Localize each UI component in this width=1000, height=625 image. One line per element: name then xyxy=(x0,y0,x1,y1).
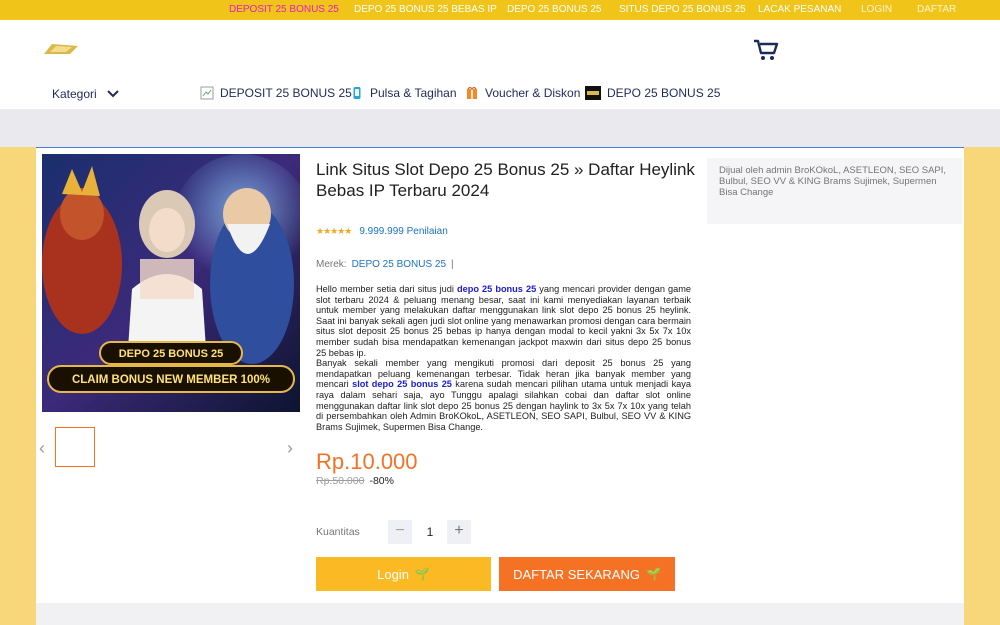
topbar-link-deposit-25-bonus-25[interactable]: DEPOSIT 25 BONUS 25 xyxy=(229,4,339,15)
old-price-row: Rp.50.000 -80% xyxy=(316,475,394,487)
quantity-minus-button[interactable]: − xyxy=(388,520,412,544)
login-button[interactable]: Login 🌱 xyxy=(316,557,491,591)
bottom-strip xyxy=(36,603,964,625)
logo-icon[interactable] xyxy=(42,43,80,55)
price: Rp.10.000 xyxy=(316,449,418,474)
desc-text: Hello member setia dari situs judi xyxy=(316,284,458,294)
quantity-plus-button[interactable]: + xyxy=(447,520,471,544)
top-bar: DEPOSIT 25 BONUS 25 DEPO 25 BONUS 25 BEB… xyxy=(0,0,1000,20)
topbar-link-depo-25-bonus-25[interactable]: DEPO 25 BONUS 25 xyxy=(507,4,601,15)
banner-line1: DEPO 25 BONUS 25 xyxy=(119,348,224,360)
kategori-dropdown[interactable]: Kategori xyxy=(52,87,119,101)
nav-item-pulsa-tagihan[interactable]: Pulsa & Tagihan xyxy=(350,86,457,100)
brand-thumb-icon xyxy=(585,86,601,100)
nav-item-depo-25-bonus-25[interactable]: DEPO 25 BONUS 25 xyxy=(585,86,720,100)
topbar-link-login[interactable]: LOGIN xyxy=(861,4,892,15)
discount-badge: -80% xyxy=(369,475,394,487)
daftar-sekarang-button[interactable]: DAFTAR SEKARANG 🌱 xyxy=(499,557,675,591)
topbar-link-bebas-ip[interactable]: DEPO 25 BONUS 25 BEBAS IP xyxy=(354,4,497,15)
rating: ★★★★★ 9.999.999 Penilaian xyxy=(316,226,448,237)
nav-item-label: Pulsa & Tagihan xyxy=(370,86,457,100)
product-title: Link Situs Slot Depo 25 Bonus 25 » Dafta… xyxy=(316,160,695,200)
product-image[interactable]: DEPO 25 BONUS 25 CLAIM BONUS NEW MEMBER … xyxy=(42,154,300,412)
star-icon: ★★★★★ xyxy=(316,226,352,236)
quantity-input[interactable] xyxy=(418,520,442,544)
header: Kategori DEPOSIT 25 BONUS 25 Pulsa & Tag… xyxy=(0,20,1000,109)
prev-arrow-icon[interactable]: ‹ xyxy=(39,438,45,459)
topbar-link-situs[interactable]: SITUS DEPO 25 BONUS 25 xyxy=(619,4,746,15)
desc-keyword: depo 25 bonus 25 xyxy=(457,284,537,294)
nav-item-label: DEPOSIT 25 BONUS 25 xyxy=(220,86,352,100)
phone-icon xyxy=(353,87,361,99)
seller-info: Dijual oleh admin BroKOkoL, ASETLEON, SE… xyxy=(707,158,962,224)
nav-item-label: Voucher & Diskon xyxy=(485,86,581,100)
topbar-link-lacak-pesanan[interactable]: LACAK PESANAN xyxy=(758,4,841,15)
brand-row: Merek: DEPO 25 BONUS 25 | xyxy=(316,259,454,270)
next-arrow-icon[interactable]: › xyxy=(287,438,293,459)
desc-keyword: slot depo 25 bonus 25 xyxy=(352,379,452,390)
product-description: Hello member setia dari situs judi depo … xyxy=(316,284,691,432)
sprout-icon: 🌱 xyxy=(645,567,661,581)
brand-link[interactable]: DEPO 25 BONUS 25 xyxy=(352,259,446,270)
quantity-label: Kuantitas xyxy=(316,526,360,538)
banner-line2: CLAIM BONUS NEW MEMBER 100% xyxy=(72,374,270,386)
broken-image-icon xyxy=(200,86,214,100)
product-banner-icon: DEPO 25 BONUS 25 CLAIM BONUS NEW MEMBER … xyxy=(42,154,300,412)
nav-item-voucher-diskon[interactable]: Voucher & Diskon xyxy=(465,86,580,100)
brand-label: Merek: xyxy=(316,259,347,270)
brand-separator: | xyxy=(451,259,454,270)
cart-icon[interactable] xyxy=(753,38,779,62)
topbar-link-daftar[interactable]: DAFTAR xyxy=(917,4,956,15)
old-price: Rp.50.000 xyxy=(316,475,365,487)
breadcrumb-band xyxy=(0,109,1000,147)
rating-count-link[interactable]: 9.999.999 Penilaian xyxy=(359,226,447,237)
login-button-label: Login xyxy=(377,566,409,582)
nav-item-deposit[interactable]: DEPOSIT 25 BONUS 25 xyxy=(200,86,352,100)
kategori-label: Kategori xyxy=(52,87,97,101)
sprout-icon: 🌱 xyxy=(414,567,430,581)
chevron-down-icon xyxy=(106,90,119,98)
thumbnail[interactable] xyxy=(55,427,95,467)
nav-item-label: DEPO 25 BONUS 25 xyxy=(607,86,721,100)
daftar-button-label: DAFTAR SEKARANG xyxy=(513,566,640,582)
voucher-icon xyxy=(467,86,477,99)
desc-text: yang mencari provider dengan game slot t… xyxy=(316,284,691,358)
